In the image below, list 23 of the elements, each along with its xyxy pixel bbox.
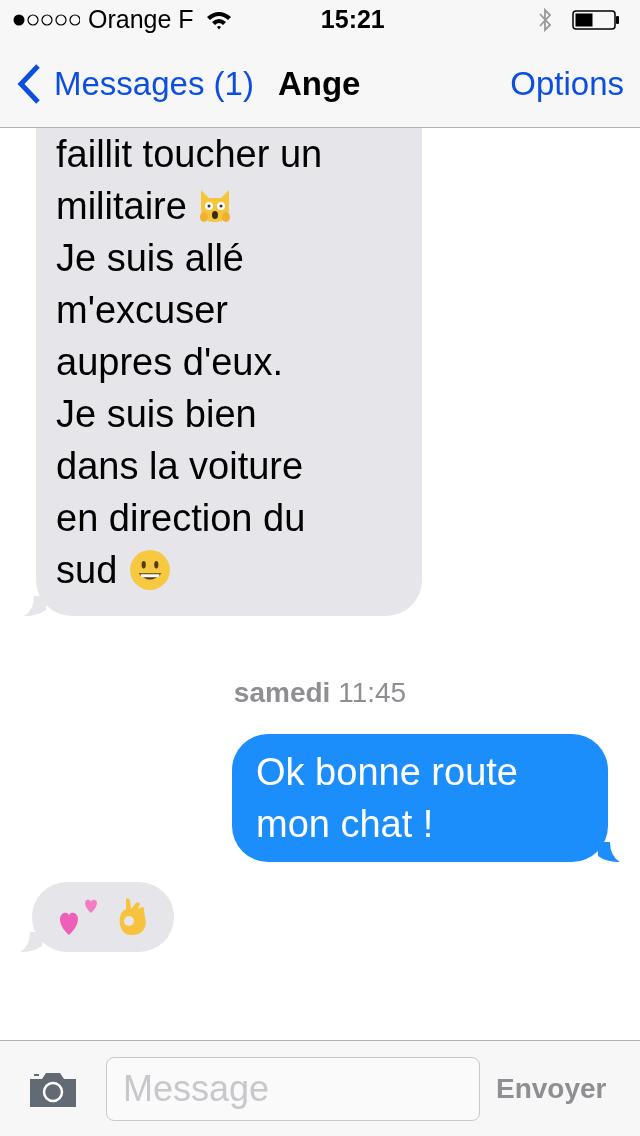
smiley-icon: [129, 549, 172, 591]
message-line: dans la voiture: [56, 444, 304, 489]
carrier-name: Orange F: [88, 4, 194, 36]
status-time: 15:21: [320, 4, 385, 36]
message-line: aupres d'eux.: [56, 340, 283, 385]
back-button[interactable]: Messages (1): [16, 58, 254, 109]
message-line: Je suis allé: [56, 236, 244, 281]
message-line: faillit toucher un: [56, 132, 323, 177]
message-line: sud: [56, 548, 118, 593]
bluetooth-icon: [538, 7, 552, 33]
conversation-title: Ange: [277, 63, 361, 104]
message-line: m'excuser: [56, 288, 228, 333]
options-button[interactable]: Options: [510, 58, 624, 109]
message-line: mon chat !: [256, 802, 434, 847]
signal-icon: [12, 13, 80, 27]
message-line: en direction du: [56, 496, 306, 541]
message-line: Je suis bien: [56, 392, 257, 437]
message-line: militaire: [56, 184, 187, 229]
timestamp: samedi 11:45: [233, 676, 407, 710]
wifi-icon: [205, 10, 232, 30]
message-line: Ok bonne route: [256, 750, 518, 795]
chevron-left-icon: [16, 62, 42, 105]
battery-icon: [572, 10, 620, 30]
